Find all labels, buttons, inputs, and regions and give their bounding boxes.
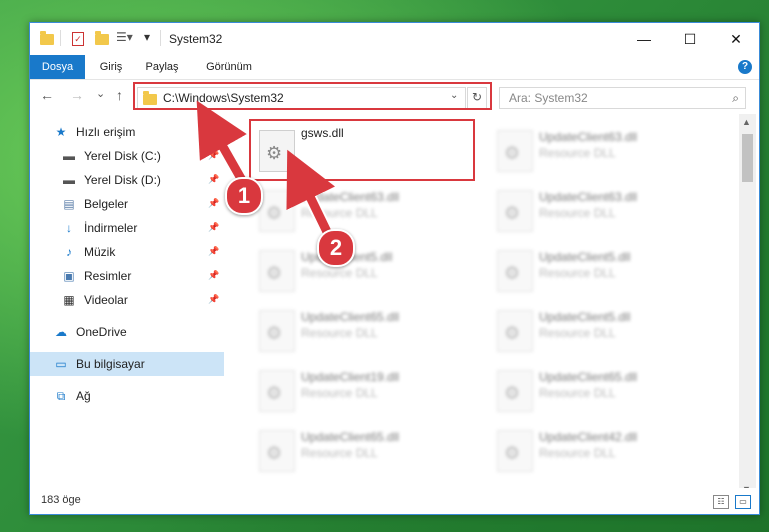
callout-2: 2 — [317, 229, 355, 267]
arrow-1 — [196, 100, 247, 185]
callout-1: 1 — [225, 177, 263, 215]
arrow-2 — [286, 149, 336, 240]
annotation-arrows — [196, 100, 337, 245]
